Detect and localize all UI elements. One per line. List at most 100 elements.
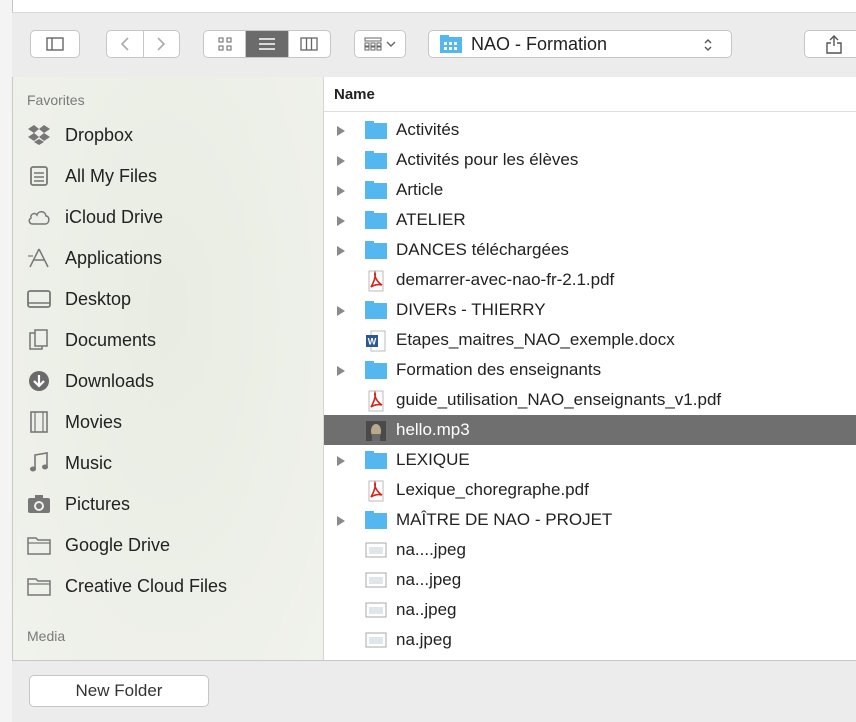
camera-icon [27,493,51,515]
desktop-icon [27,288,51,310]
table-row[interactable]: na..jpeg [324,595,856,625]
all-my-files-icon [27,165,51,187]
word-document-icon: W [364,330,388,352]
sidebar-item-applications[interactable]: Applications [27,241,162,275]
table-row[interactable]: Formation des enseignants [324,355,856,385]
downloads-icon [27,370,51,392]
sidebar-item-dropbox[interactable]: Dropbox [27,118,133,152]
column-name-label: Name [334,86,375,103]
sidebar-item-label: Dropbox [65,124,134,145]
dropbox-icon [27,124,51,146]
disclosure-triangle-icon[interactable] [336,454,346,466]
disclosure-triangle-icon[interactable] [336,304,346,316]
folder-icon [364,450,388,470]
sidebar-item-all-my-files[interactable]: All My Files [27,159,157,193]
column-header-name[interactable]: Name [324,77,856,112]
sidebar-toggle-icon [46,37,64,51]
folder-icon [364,300,388,320]
sidebar-item-desktop[interactable]: Desktop [27,282,131,316]
image-file-icon [364,600,388,620]
folder-icon [364,210,388,230]
folder-icon [27,575,51,597]
disclosure-triangle-icon[interactable] [336,154,346,166]
column-view-button[interactable] [289,31,330,57]
table-row[interactable]: Activités [324,115,856,145]
sidebar-item-icloud-drive[interactable]: iCloud Drive [27,200,163,234]
sidebar-item-pictures[interactable]: Pictures [27,487,130,521]
table-row[interactable]: na...jpeg [324,565,856,595]
path-select[interactable]: NAO - Formation [428,30,732,58]
sidebar-item-label: Google Drive [65,534,171,555]
new-folder-button[interactable]: New Folder [29,675,209,707]
table-row[interactable]: W Etapes_maitres_NAO_exemple.docx [324,325,856,355]
table-row[interactable]: Article [324,175,856,205]
table-row[interactable]: MAÎTRE DE NAO - PROJET [324,505,856,535]
path-label: NAO - Formation [471,33,608,54]
bottom-bar: New Folder [12,660,856,722]
back-button[interactable] [107,31,144,57]
file-name: na....jpeg [396,540,466,559]
sidebar-item-label: Movies [65,411,123,432]
table-row[interactable]: demarrer-avec-nao-fr-2.1.pdf [324,265,856,295]
sidebar-item-downloads[interactable]: Downloads [27,364,154,398]
file-name: Formation des enseignants [396,360,602,379]
arrange-button[interactable] [354,30,406,58]
folder-icon [27,534,51,556]
columns-icon [300,37,318,51]
file-name: Activités [396,120,460,139]
file-name: hello.mp3 [396,420,470,439]
updown-chevron-icon [704,39,712,51]
table-row[interactable]: LEXIQUE [324,445,856,475]
sidebar-item-music[interactable]: Music [27,446,112,480]
file-name: na.jpeg [396,630,452,649]
share-button[interactable] [804,30,856,58]
sidebar-item-label: Desktop [65,288,132,309]
sidebar-item-label: Pictures [65,493,131,514]
forward-button[interactable] [144,31,180,57]
audio-file-icon [364,420,388,441]
table-row[interactable]: DANCES téléchargées [324,235,856,265]
sidebar-toggle-button[interactable] [30,30,80,58]
file-name: demarrer-avec-nao-fr-2.1.pdf [396,270,615,289]
sidebar-item-movies[interactable]: Movies [27,405,122,439]
sidebar-item-creative-cloud-files[interactable]: Creative Cloud Files [27,569,227,603]
icon-view-button[interactable] [204,31,247,57]
table-row[interactable]: ATELIER [324,205,856,235]
table-row[interactable]: Lexique_choregraphe.pdf [324,475,856,505]
media-header: Media [27,628,66,644]
documents-icon [27,329,51,351]
sidebar-item-label: Creative Cloud Files [65,575,228,596]
toolbar: NAO - Formation [12,12,856,78]
share-icon [826,35,842,54]
sidebar-item-google-drive[interactable]: Google Drive [27,528,170,562]
disclosure-triangle-icon[interactable] [336,184,346,196]
table-row[interactable]: DIVERs - THIERRY [324,295,856,325]
list-view-button[interactable] [246,31,289,57]
table-row[interactable]: hello.mp3 [324,415,856,445]
table-row[interactable]: na....jpeg [324,535,856,565]
disclosure-triangle-icon[interactable] [336,514,346,526]
file-name: na...jpeg [396,570,462,589]
disclosure-triangle-icon[interactable] [336,124,346,136]
chevron-right-icon [157,37,166,51]
file-name: na..jpeg [396,600,457,619]
list-icon [258,38,275,50]
music-icon [27,452,51,474]
arrange-grid-icon [364,37,382,51]
table-row[interactable]: Activités pour les élèves [324,145,856,175]
file-name: DANCES téléchargées [396,240,569,259]
disclosure-triangle-icon[interactable] [336,364,346,376]
disclosure-triangle-icon[interactable] [336,214,346,226]
movies-icon [27,411,51,433]
sidebar-item-label: Music [65,452,113,473]
sidebar-item-documents[interactable]: Documents [27,323,156,357]
back-forward-control [106,30,180,58]
table-row[interactable]: guide_utilisation_NAO_enseignants_v1.pdf [324,385,856,415]
table-row[interactable]: na.jpeg [324,625,856,655]
file-name: LEXIQUE [396,450,470,469]
file-name: Article [396,180,444,199]
sidebar-item-label: Applications [65,247,163,268]
file-name: Activités pour les élèves [396,150,579,169]
disclosure-triangle-icon[interactable] [336,244,346,256]
sidebar-item-label: Documents [65,329,157,350]
